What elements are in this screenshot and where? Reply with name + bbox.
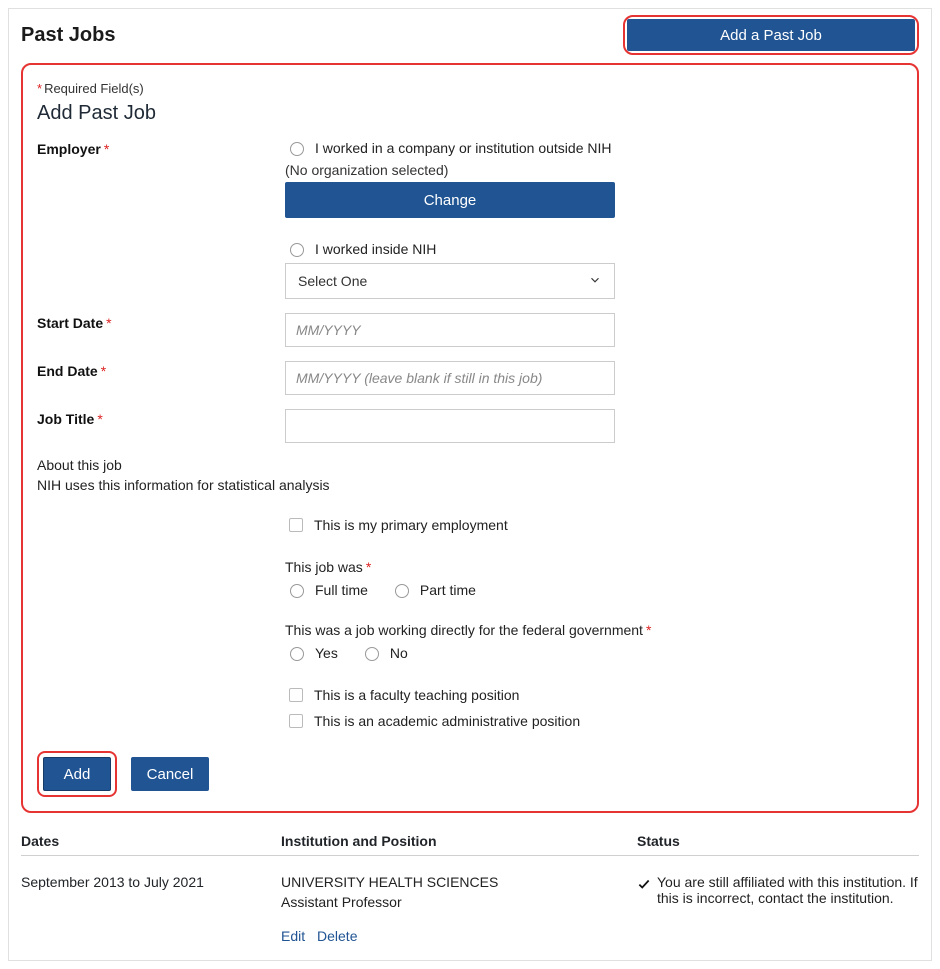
- academic-admin-checkbox[interactable]: [289, 714, 303, 728]
- fulltime-option[interactable]: Full time: [285, 581, 368, 598]
- parttime-radio[interactable]: [395, 584, 409, 598]
- asterisk-icon: *: [101, 363, 106, 379]
- federal-yes-label: Yes: [315, 645, 338, 661]
- employer-inside-option[interactable]: I worked inside NIH: [285, 240, 665, 257]
- parttime-label: Part time: [420, 582, 476, 598]
- edit-link[interactable]: Edit: [281, 928, 305, 944]
- federal-no-radio[interactable]: [365, 647, 379, 661]
- col-status-header: Status: [637, 833, 919, 849]
- row-position: Assistant Professor: [281, 894, 637, 910]
- asterisk-icon: *: [97, 411, 102, 427]
- add-past-job-form: *Required Field(s) Add Past Job Employer…: [21, 63, 919, 813]
- employer-row: Employer* I worked in a company or insti…: [37, 139, 903, 299]
- faculty-teaching-option[interactable]: This is a faculty teaching position: [285, 685, 665, 705]
- federal-group: Yes No: [285, 644, 665, 667]
- asterisk-icon: *: [104, 141, 109, 157]
- check-icon: [637, 874, 651, 894]
- academic-admin-label: This is an academic administrative posit…: [314, 713, 580, 729]
- add-button[interactable]: Add: [43, 757, 111, 791]
- about-sub: NIH uses this information for statistica…: [37, 477, 903, 493]
- header-row: Past Jobs Add a Past Job: [21, 9, 919, 63]
- change-button[interactable]: Change: [285, 182, 615, 218]
- nih-org-select-value: Select One: [298, 273, 367, 289]
- faculty-teaching-checkbox[interactable]: [289, 688, 303, 702]
- delete-link[interactable]: Delete: [317, 928, 357, 944]
- table-row: September 2013 to July 2021 UNIVERSITY H…: [21, 856, 919, 948]
- job-title-input[interactable]: [285, 409, 615, 443]
- end-date-row: End Date*: [37, 361, 903, 395]
- employer-outside-label: I worked in a company or institution out…: [315, 140, 611, 156]
- end-date-input[interactable]: [285, 361, 615, 395]
- primary-employment-label: This is my primary employment: [314, 517, 508, 533]
- fulltime-label: Full time: [315, 582, 368, 598]
- job-title-row: Job Title*: [37, 409, 903, 443]
- asterisk-icon: *: [37, 81, 42, 96]
- asterisk-icon: *: [366, 559, 371, 575]
- employer-inside-label: I worked inside NIH: [315, 241, 436, 257]
- col-inst-header: Institution and Position: [281, 833, 637, 849]
- federal-yes-option[interactable]: Yes: [285, 644, 338, 661]
- form-title: Add Past Job: [37, 102, 903, 125]
- row-institution: UNIVERSITY HEALTH SCIENCES: [281, 874, 637, 890]
- primary-employment-row: This is my primary employment This job w…: [37, 515, 903, 737]
- fulltime-radio[interactable]: [290, 584, 304, 598]
- chevron-down-icon: [588, 273, 602, 290]
- asterisk-icon: *: [106, 315, 111, 331]
- col-dates-header: Dates: [21, 833, 281, 849]
- federal-no-option[interactable]: No: [360, 644, 408, 661]
- required-fields-note: *Required Field(s): [37, 81, 903, 96]
- primary-employment-option[interactable]: This is my primary employment: [285, 515, 665, 535]
- form-actions: Add Cancel: [37, 751, 903, 797]
- employer-label: Employer*: [37, 139, 285, 157]
- employer-outside-option[interactable]: I worked in a company or institution out…: [285, 139, 665, 156]
- add-past-job-button[interactable]: Add a Past Job: [627, 19, 915, 51]
- federal-no-label: No: [390, 645, 408, 661]
- employer-outside-radio[interactable]: [290, 142, 304, 156]
- start-date-row: Start Date*: [37, 313, 903, 347]
- academic-admin-option[interactable]: This is an academic administrative posit…: [285, 711, 665, 731]
- page-title: Past Jobs: [21, 24, 115, 47]
- parttime-option[interactable]: Part time: [390, 581, 476, 598]
- add-past-job-highlight: Add a Past Job: [623, 15, 919, 55]
- cancel-button[interactable]: Cancel: [131, 757, 209, 791]
- job-was-group: Full time Part time: [285, 581, 665, 604]
- row-dates: September 2013 to July 2021: [21, 874, 281, 944]
- start-date-input[interactable]: [285, 313, 615, 347]
- required-fields-label: Required Field(s): [44, 81, 144, 96]
- end-date-label: End Date*: [37, 361, 285, 379]
- past-jobs-panel: Past Jobs Add a Past Job *Required Field…: [8, 8, 932, 961]
- jobs-table-header: Dates Institution and Position Status: [21, 823, 919, 856]
- primary-employment-checkbox[interactable]: [289, 518, 303, 532]
- start-date-label: Start Date*: [37, 313, 285, 331]
- job-was-label: This job was*: [285, 559, 665, 575]
- employer-inside-radio[interactable]: [290, 243, 304, 257]
- nih-org-select[interactable]: Select One: [285, 263, 615, 299]
- asterisk-icon: *: [646, 622, 651, 638]
- federal-label: This was a job working directly for the …: [285, 622, 665, 638]
- faculty-teaching-label: This is a faculty teaching position: [314, 687, 519, 703]
- federal-yes-radio[interactable]: [290, 647, 304, 661]
- add-button-highlight: Add: [37, 751, 117, 797]
- no-org-selected: (No organization selected): [285, 162, 665, 178]
- about-heading: About this job: [37, 457, 903, 473]
- job-title-label: Job Title*: [37, 409, 285, 427]
- row-status: You are still affiliated with this insti…: [657, 874, 919, 906]
